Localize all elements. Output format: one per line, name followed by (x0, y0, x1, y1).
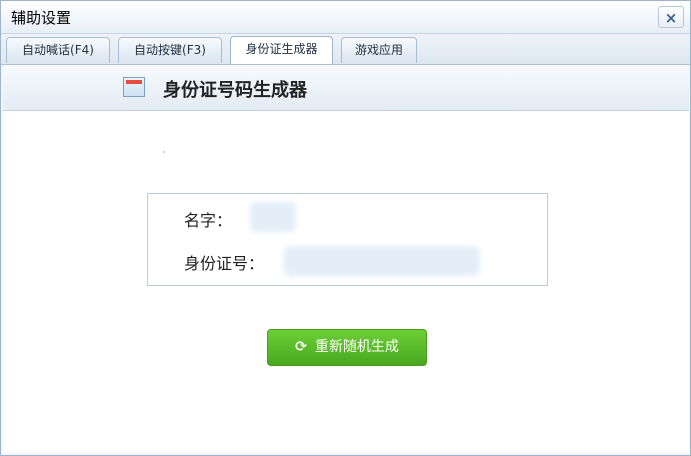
generated-info-box: 名字： 身份证号： (147, 193, 548, 286)
decorative-dot (163, 151, 165, 153)
window-icon (123, 77, 145, 97)
id-value (284, 246, 480, 276)
tab-auto-key[interactable]: 自动按键(F3) (118, 37, 222, 63)
refresh-icon: ⟳ (295, 339, 307, 355)
window-title: 辅助设置 (11, 9, 72, 27)
settings-window: 辅助设置 × 自动喊话(F4) 自动按键(F3) 身份证生成器 游戏应用 身份证… (0, 0, 691, 456)
panel-title: 身份证号码生成器 (163, 80, 307, 101)
panel-content: 名字： 身份证号： ⟳ 重新随机生成 (3, 111, 689, 453)
name-value (250, 202, 296, 232)
tab-auto-chat[interactable]: 自动喊话(F4) (6, 37, 110, 63)
name-label: 名字： (184, 211, 233, 230)
regenerate-button[interactable]: ⟳ 重新随机生成 (267, 329, 427, 366)
close-button[interactable]: × (658, 6, 684, 28)
panel-header: 身份证号码生成器 (3, 65, 689, 111)
regenerate-label: 重新随机生成 (314, 339, 399, 355)
tab-game-apps[interactable]: 游戏应用 (341, 37, 417, 63)
id-label: 身份证号： (184, 254, 265, 273)
title-bar: 辅助设置 × (1, 1, 690, 34)
tab-id-generator[interactable]: 身份证生成器 (230, 36, 333, 64)
tab-bar: 自动喊话(F4) 自动按键(F3) 身份证生成器 游戏应用 (1, 34, 690, 65)
